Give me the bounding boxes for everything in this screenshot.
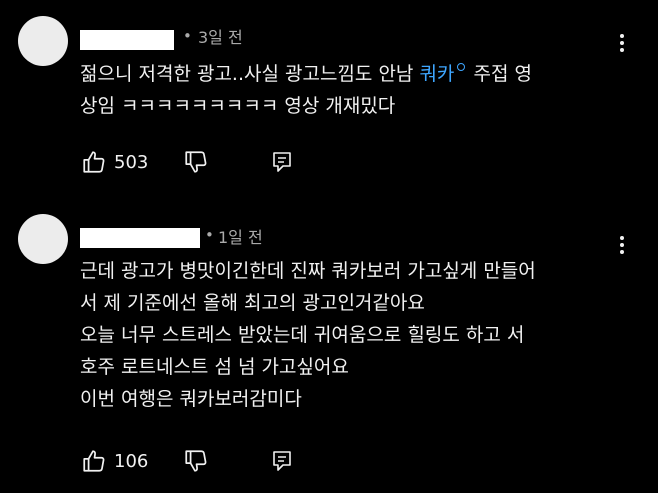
comment-text: 근데 광고가 병맛이긴한데 진짜 쿼카보러 가고싶게 만들어 서 제 기준에선 … (80, 255, 640, 415)
thumbs-down-icon[interactable] (182, 447, 210, 475)
avatar[interactable] (18, 214, 68, 264)
comment-text-segment: 주접 영 (467, 63, 532, 85)
comment-text-segment: 젊으니 저격한 광고..사실 광고느낌도 안남 (80, 63, 420, 85)
comment-text-line: 젊으니 저격한 광고..사실 광고느낌도 안남 쿼카 주접 영 (80, 58, 640, 90)
comment-timestamp[interactable]: 1일 전 (218, 224, 263, 248)
reply-icon[interactable] (268, 447, 296, 475)
comment-text-line: 근데 광고가 병맛이긴한데 진짜 쿼카보러 가고싶게 만들어 (80, 260, 536, 282)
separator-dot: • (205, 226, 214, 244)
comment-text-line: 서 제 기준에선 올해 최고의 광고인거같아요 (80, 292, 425, 314)
thumbs-up-icon[interactable] (80, 447, 108, 475)
author-name-redacted[interactable] (80, 228, 200, 248)
comment-text-line: 상임 ㅋㅋㅋㅋㅋㅋㅋㅋㅋ 영상 개재밌다 (80, 95, 396, 117)
avatar[interactable] (18, 16, 68, 66)
comment-timestamp[interactable]: 3일 전 (198, 24, 243, 48)
author-name-redacted[interactable] (80, 30, 174, 50)
comment-text: 젊으니 저격한 광고..사실 광고느낌도 안남 쿼카 주접 영 상임 ㅋㅋㅋㅋㅋ… (80, 58, 640, 122)
hashtag-label[interactable]: 쿼카 (419, 63, 454, 85)
thumbs-down-icon[interactable] (182, 148, 210, 176)
comment-actions: 503 (80, 148, 296, 176)
comment-text-line: 오늘 너무 스트레스 받았는데 귀여움으로 힐링도 하고 서 (80, 324, 525, 346)
thumbs-up-icon[interactable] (80, 148, 108, 176)
search-hashtag-icon (457, 63, 466, 71)
like-count: 106 (114, 450, 149, 472)
comment-actions: 106 (80, 447, 296, 475)
comment-text-line: 이번 여행은 쿼카보러감미다 (80, 388, 302, 410)
reply-icon[interactable] (268, 148, 296, 176)
separator-dot: • (183, 27, 192, 45)
like-count: 503 (114, 151, 149, 173)
hashtag-link[interactable]: 쿼카 (419, 63, 467, 85)
comment-text-line: 호주 로트네스트 섬 넘 가고싶어요 (80, 356, 349, 378)
more-vertical-icon[interactable] (614, 32, 630, 56)
